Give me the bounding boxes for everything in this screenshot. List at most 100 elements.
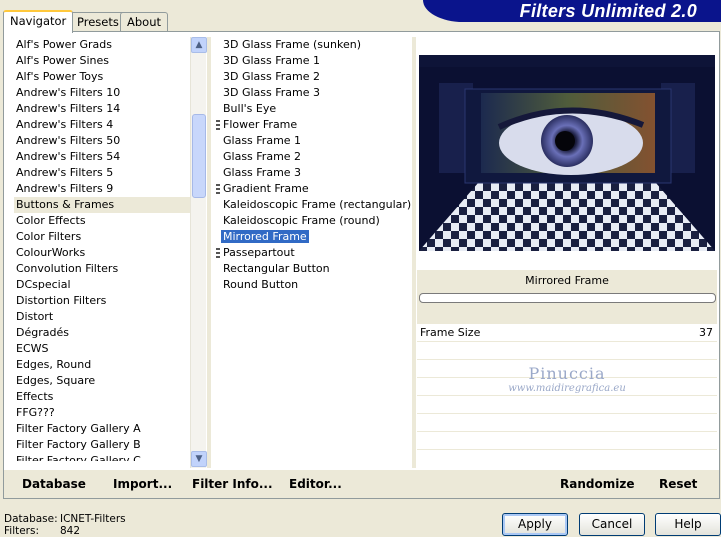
progress-bar (419, 293, 716, 303)
category-item[interactable]: Convolution Filters (14, 261, 190, 277)
category-item[interactable]: Alf's Power Grads (14, 37, 190, 53)
category-item[interactable]: Effects (14, 389, 190, 405)
filter-item-label: Kaleidoscopic Frame (round) (223, 214, 380, 227)
filter-item[interactable]: Glass Frame 2 (216, 149, 412, 165)
category-item[interactable]: Andrew's Filters 14 (14, 101, 190, 117)
category-item[interactable]: Buttons & Frames (14, 197, 190, 213)
category-item[interactable]: Color Effects (14, 213, 190, 229)
category-list[interactable]: Alf's Power Grads Alf's Power Sines Alf's … (14, 37, 190, 461)
tab-presets[interactable]: Presets (70, 12, 126, 32)
status-filters-value: 842 (60, 525, 81, 537)
category-scrollbar[interactable]: ▲ ▼ (190, 37, 207, 468)
cancel-button[interactable]: Cancel (579, 513, 645, 536)
param-label: Frame Size (420, 326, 481, 339)
filter-item-label: Glass Frame 1 (223, 134, 302, 147)
filter-info-strip: Mirrored Frame (417, 270, 717, 324)
filter-item[interactable]: Gradient Frame (216, 181, 412, 197)
category-item[interactable]: Andrew's Filters 5 (14, 165, 190, 181)
filter-item-label: Mirrored Frame (221, 230, 309, 243)
filter-info-button[interactable]: Filter Info... (192, 477, 273, 491)
filter-item[interactable]: 3D Glass Frame 3 (216, 85, 412, 101)
apply-button[interactable]: Apply (502, 513, 568, 536)
filter-item[interactable]: 3D Glass Frame 1 (216, 53, 412, 69)
category-item[interactable]: DCspecial (14, 277, 190, 293)
editor-button[interactable]: Editor... (289, 477, 342, 491)
database-button[interactable]: Database (22, 477, 86, 491)
navigator-panel: Alf's Power Grads Alf's Power Sines Alf's … (3, 31, 720, 499)
preset-marker-icon (216, 120, 220, 130)
filter-item-label: 3D Glass Frame 3 (223, 86, 321, 99)
filter-item[interactable]: Bull's Eye (216, 101, 412, 117)
watermark-name: Pinuccia (528, 364, 606, 383)
scroll-down-button[interactable]: ▼ (191, 451, 207, 467)
category-item[interactable]: Andrew's Filters 10 (14, 85, 190, 101)
help-button[interactable]: Help (655, 513, 721, 536)
preset-marker-icon (216, 184, 220, 194)
filter-item[interactable]: Flower Frame (216, 117, 412, 133)
title-banner: Filters Unlimited 2.0 (423, 0, 721, 22)
list-divider (207, 37, 211, 468)
app-title: Filters Unlimited 2.0 (519, 1, 697, 21)
category-item[interactable]: Filter Factory Gallery B (14, 437, 190, 453)
filter-item-label: Kaleidoscopic Frame (rectangular) (223, 198, 412, 211)
randomize-button[interactable]: Randomize (560, 477, 634, 491)
scroll-thumb[interactable] (192, 114, 206, 198)
category-item[interactable]: Andrew's Filters 9 (14, 181, 190, 197)
scroll-up-button[interactable]: ▲ (191, 37, 207, 53)
category-item[interactable]: Color Filters (14, 229, 190, 245)
param-row-empty (417, 414, 717, 432)
filter-item-label: Flower Frame (223, 118, 298, 131)
filter-item-label: Passepartout (223, 246, 295, 259)
preview-filter-name: Mirrored Frame (525, 274, 609, 287)
filter-item[interactable]: Mirrored Frame (216, 229, 412, 245)
filter-item[interactable]: Glass Frame 3 (216, 165, 412, 181)
filter-item-label: Glass Frame 2 (223, 150, 302, 163)
filter-item-label: 3D Glass Frame (sunken) (223, 38, 361, 51)
watermark: Pinuccia www.maidiregrafica.eu (417, 364, 717, 394)
tab-navigator[interactable]: Navigator (3, 10, 74, 33)
category-item[interactable]: Distortion Filters (14, 293, 190, 309)
filter-item[interactable]: Rectangular Button (216, 261, 412, 277)
parameter-area: Frame Size 37 Pinuccia www.maidiregrafic… (417, 324, 717, 470)
filter-item-label: 3D Glass Frame 2 (223, 70, 321, 83)
watermark-url: www.maidiregrafica.eu (508, 383, 626, 394)
param-row-empty (417, 432, 717, 450)
filter-item[interactable]: Kaleidoscopic Frame (rectangular) (216, 197, 412, 213)
category-item[interactable]: Filter Factory Gallery C (14, 453, 190, 461)
category-item[interactable]: Edges, Round (14, 357, 190, 373)
category-item[interactable]: Alf's Power Toys (14, 69, 190, 85)
category-item[interactable]: Andrew's Filters 50 (14, 133, 190, 149)
filter-item-label: Glass Frame 3 (223, 166, 302, 179)
category-item[interactable]: Andrew's Filters 4 (14, 117, 190, 133)
category-item[interactable]: ECWS (14, 341, 190, 357)
filter-item[interactable]: Glass Frame 1 (216, 133, 412, 149)
filter-list[interactable]: 3D Glass Frame (sunken) 3D Glass Frame 1 3… (216, 37, 412, 297)
param-value[interactable]: 37 (699, 326, 713, 339)
filter-item[interactable]: 3D Glass Frame (sunken) (216, 37, 412, 53)
category-item[interactable]: Alf's Power Sines (14, 53, 190, 69)
filter-item-label: Bull's Eye (223, 102, 277, 115)
filter-item-label: Rectangular Button (223, 262, 330, 275)
category-item[interactable]: Distort (14, 309, 190, 325)
filter-item[interactable]: Round Button (216, 277, 412, 293)
status-filters: Filters: 842 (4, 525, 126, 537)
import-button[interactable]: Import... (113, 477, 172, 491)
reset-button[interactable]: Reset (659, 477, 697, 491)
filter-item[interactable]: Kaleidoscopic Frame (round) (216, 213, 412, 229)
filter-item[interactable]: Passepartout (216, 245, 412, 261)
category-item[interactable]: Dégradés (14, 325, 190, 341)
preview-image (419, 55, 715, 251)
category-item[interactable]: Filter Factory Gallery A (14, 421, 190, 437)
status-area: Database: ICNET-Filters Filters: 842 (4, 513, 126, 537)
bottom-toolbar: Database Import... Filter Info... Editor… (4, 470, 719, 498)
category-item[interactable]: ColourWorks (14, 245, 190, 261)
category-item[interactable]: Edges, Square (14, 373, 190, 389)
category-item[interactable]: FFG??? (14, 405, 190, 421)
status-filters-label: Filters: (4, 525, 40, 537)
preset-marker-icon (216, 248, 220, 258)
param-row-empty (417, 342, 717, 360)
tab-about[interactable]: About (120, 12, 169, 32)
param-row-frame-size[interactable]: Frame Size 37 (417, 324, 717, 342)
category-item[interactable]: Andrew's Filters 54 (14, 149, 190, 165)
filter-item[interactable]: 3D Glass Frame 2 (216, 69, 412, 85)
